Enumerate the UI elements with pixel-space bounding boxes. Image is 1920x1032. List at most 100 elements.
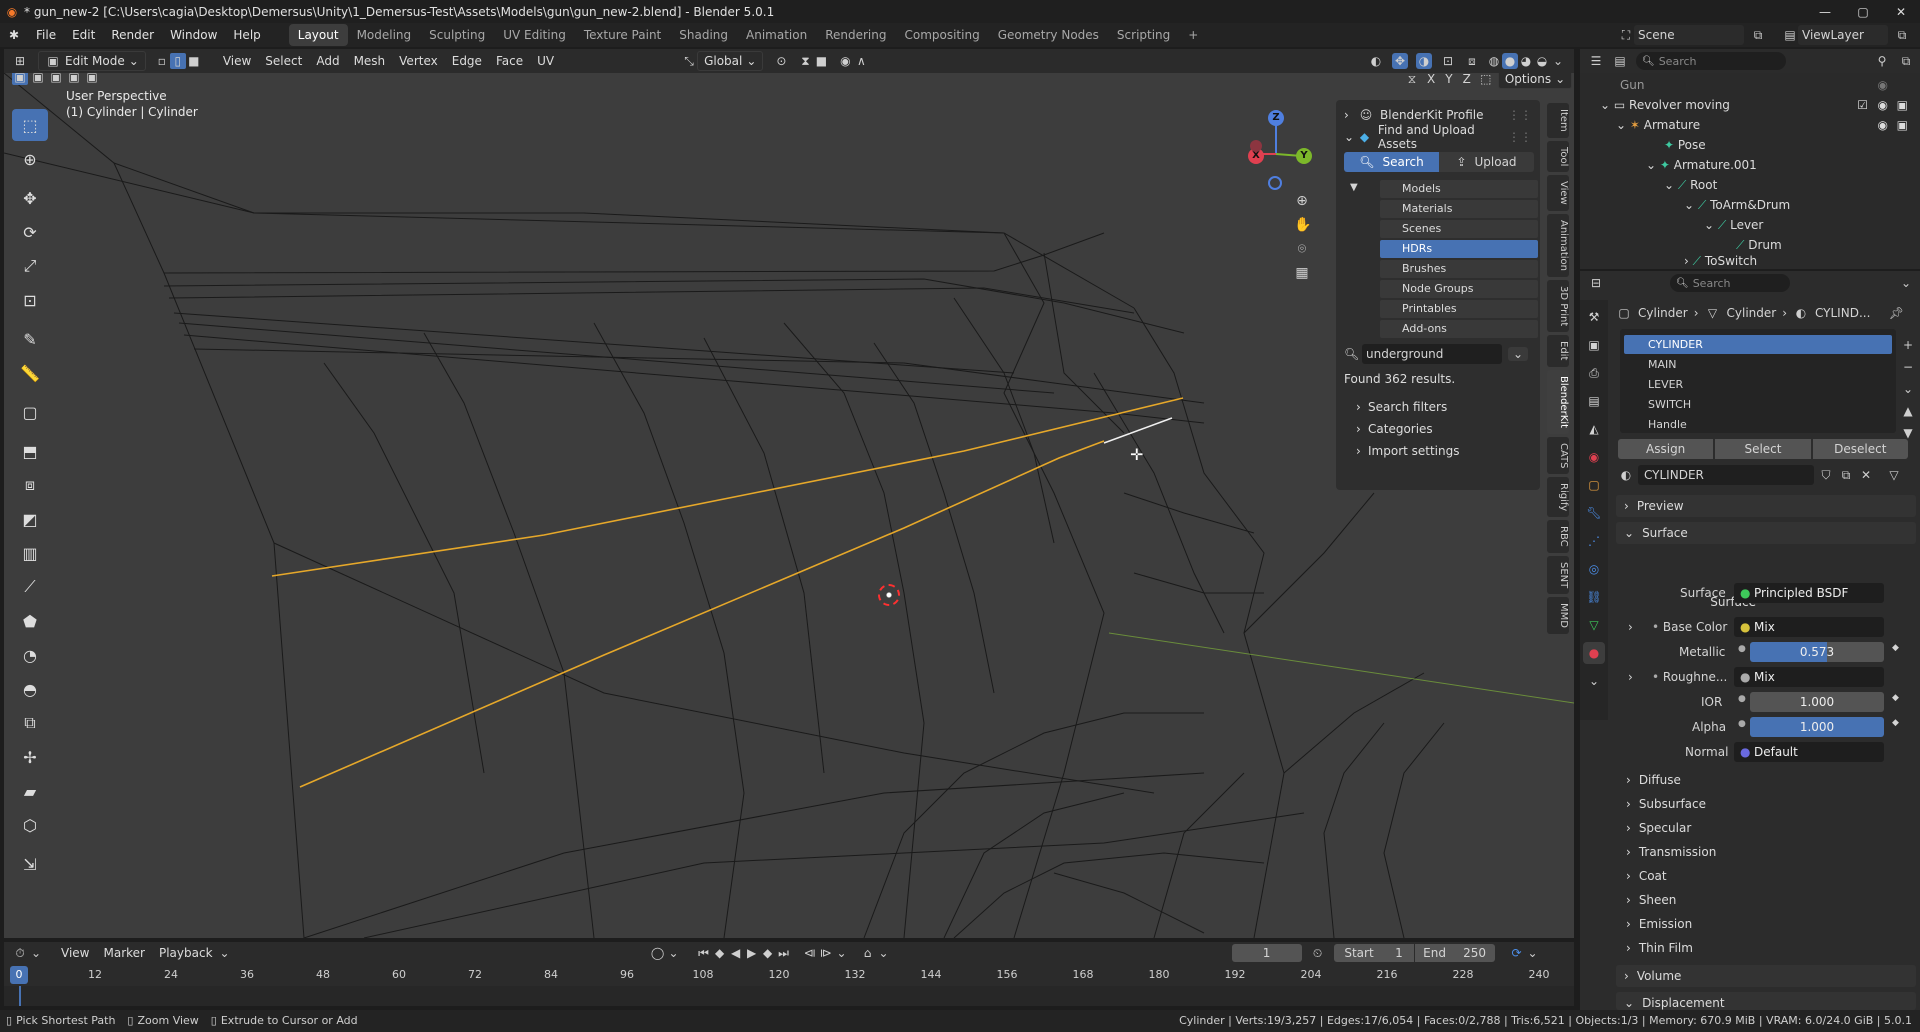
tab-view[interactable]: View <box>1547 175 1569 211</box>
add-workspace-button[interactable]: + <box>1179 24 1207 46</box>
material-props-icon[interactable]: ● <box>1583 642 1605 664</box>
surface-section[interactable]: ⌄ Surface <box>1616 522 1916 544</box>
shrink-fatten-tool-icon[interactable]: ✢ <box>12 741 48 773</box>
metallic-slider[interactable]: 0.573 <box>1750 642 1884 662</box>
outliner-row-revolver-moving[interactable]: ⌄ ▭ Revolver moving ☑ ◉ ▣ <box>1580 95 1920 115</box>
view-layer-props-icon[interactable]: ▤ <box>1583 390 1605 412</box>
filter-icon[interactable]: ⚲ <box>1874 53 1890 69</box>
outliner-search[interactable]: 🔍︎ Search <box>1636 52 1786 70</box>
blender-menu-icon[interactable]: ✱ <box>6 27 22 43</box>
outliner-row-gun[interactable]: Gun ◉ <box>1580 75 1920 95</box>
eye-icon[interactable]: ◉ <box>1878 95 1888 115</box>
deselect-button[interactable]: Deselect <box>1812 439 1908 459</box>
axis-x-button[interactable]: X <box>1424 73 1438 86</box>
next-keyframe-icon[interactable]: ◆ <box>760 945 776 961</box>
loop-cut-tool-icon[interactable]: ▥ <box>12 537 48 569</box>
navigation-gizmo[interactable]: Z Y X <box>1240 110 1320 190</box>
search-dropdown-icon[interactable]: ⌄ <box>1508 347 1528 361</box>
prev-marker-icon[interactable]: ⧏ <box>802 945 818 961</box>
inset-tool-icon[interactable]: ⧈ <box>12 469 48 501</box>
menu-select[interactable]: Select <box>258 49 309 73</box>
alpha-slider[interactable]: 1.000 <box>1750 717 1884 737</box>
find-upload-header[interactable]: ⌄ ◆ Find and Upload Assets ⋮⋮ <box>1336 123 1540 151</box>
tab-animation[interactable]: Animation <box>737 24 816 46</box>
tab-blenderkit[interactable]: BlenderKit <box>1547 369 1569 434</box>
current-frame-field[interactable]: 1 <box>1231 944 1302 962</box>
material-slot-handle[interactable]: Handle <box>1624 415 1892 434</box>
new-viewlayer-icon[interactable]: ⧉ <box>1894 27 1910 43</box>
edge-select-icon[interactable]: ▯ <box>169 53 186 69</box>
category-brushes[interactable]: Brushes <box>1380 260 1538 278</box>
select-box-tool-icon[interactable]: ⬚ <box>12 109 48 141</box>
link-type-icon[interactable]: ▽ <box>1886 467 1902 483</box>
mode-dropdown[interactable]: ▣ Edit Mode ⌄ <box>38 51 146 71</box>
gizmo-y-axis[interactable]: Y <box>1296 148 1312 164</box>
drag-handle-icon[interactable]: ⋮⋮ <box>1508 108 1532 122</box>
xray-toggle-icon[interactable]: ⧈ <box>1464 53 1480 69</box>
tab-modeling[interactable]: Modeling <box>348 24 421 46</box>
upload-mode-button[interactable]: ⇪ Upload <box>1439 152 1534 172</box>
category-hdrs[interactable]: HDRs <box>1380 240 1538 258</box>
clock-icon[interactable]: ⏲ <box>1310 945 1326 961</box>
menu-edit[interactable]: Edit <box>64 23 103 47</box>
rip-tool-icon[interactable]: ⬡ <box>12 809 48 841</box>
select-new-icon[interactable]: ▣ <box>12 73 28 85</box>
category-materials[interactable]: Materials <box>1380 200 1538 218</box>
asset-search-input[interactable]: underground <box>1362 344 1502 364</box>
keyframe-dot-icon[interactable]: ◆ <box>1892 643 1899 653</box>
eye-icon[interactable]: ◉ <box>1878 75 1888 95</box>
transmission-section[interactable]: › Transmission <box>1626 841 1920 863</box>
menu-help[interactable]: Help <box>225 23 268 47</box>
chevron-right-icon[interactable]: › <box>1628 620 1633 634</box>
auto-merge-icon[interactable]: ⬚ <box>1478 73 1494 87</box>
menu-face[interactable]: Face <box>489 49 530 73</box>
search-filters-section[interactable]: › Search filters <box>1336 396 1540 418</box>
face-select-icon[interactable]: ■ <box>186 53 202 69</box>
preview-section[interactable]: › Preview <box>1616 495 1916 517</box>
emission-section[interactable]: › Emission <box>1626 913 1920 935</box>
import-settings-section[interactable]: › Import settings <box>1336 440 1540 462</box>
base-color-field[interactable]: ● Mix <box>1734 617 1884 637</box>
displacement-section[interactable]: ⌄ Displacement <box>1616 992 1916 1010</box>
camera-icon[interactable]: ▣ <box>1897 115 1908 135</box>
axis-y-button[interactable]: Y <box>1442 73 1455 86</box>
transform-tool-icon[interactable]: ⊡ <box>12 284 48 316</box>
category-node-groups[interactable]: Node Groups <box>1380 280 1538 298</box>
sync-icon[interactable]: ⟳ <box>1509 945 1525 961</box>
material-shading-icon[interactable]: ◕ <box>1518 53 1534 69</box>
thin-film-section[interactable]: › Thin Film <box>1626 937 1920 959</box>
tab-animation[interactable]: Animation <box>1547 213 1569 277</box>
menu-add[interactable]: Add <box>309 49 346 73</box>
tab-rendering[interactable]: Rendering <box>816 24 895 46</box>
select-intersect-icon[interactable]: ▣ <box>84 73 100 85</box>
more-tools-icon[interactable]: ⇲ <box>12 848 48 880</box>
tab-item[interactable]: Item <box>1547 103 1569 138</box>
coat-section[interactable]: › Coat <box>1626 865 1920 887</box>
tab-edit[interactable]: Edit <box>1547 335 1569 367</box>
gizmo-z-axis[interactable]: Z <box>1268 110 1284 126</box>
ior-field[interactable]: 1.000 <box>1750 692 1884 712</box>
outliner-row-armature[interactable]: ⌄ ✶ Armature ◉ ▣ <box>1580 115 1920 135</box>
normal-field[interactable]: ● Default <box>1734 742 1884 762</box>
slot-specials-icon[interactable]: ⌄ <box>1900 381 1916 397</box>
category-models[interactable]: Models <box>1380 180 1538 198</box>
axis-z-button[interactable]: Z <box>1460 73 1474 86</box>
data-props-icon[interactable]: ▽ <box>1583 614 1605 636</box>
vertex-select-icon[interactable]: ▫ <box>154 53 170 69</box>
checkbox-icon[interactable]: ☑ <box>1857 95 1868 115</box>
search-mode-button[interactable]: 🔍︎ Search <box>1344 152 1439 172</box>
jump-end-icon[interactable]: ⏭ <box>776 945 792 961</box>
constraints-props-icon[interactable]: ⛓︎ <box>1583 586 1605 608</box>
output-props-icon[interactable]: ⎙ <box>1583 362 1605 384</box>
minimize-button[interactable]: — <box>1806 5 1844 19</box>
poly-build-tool-icon[interactable]: ⬟ <box>12 605 48 637</box>
display-mode-icon[interactable]: ▤ <box>1612 53 1628 69</box>
gizmo-neg-x-axis[interactable] <box>1250 140 1262 152</box>
start-frame-field[interactable]: Start 1 <box>1333 944 1414 962</box>
tab-sculpting[interactable]: Sculpting <box>420 24 494 46</box>
object-props-icon[interactable]: ▢ <box>1583 474 1605 496</box>
editor-type-icon[interactable]: ⏱ <box>12 945 28 961</box>
remove-slot-icon[interactable]: − <box>1900 359 1916 375</box>
scene-props-icon[interactable]: ◭ <box>1583 418 1605 440</box>
add-slot-icon[interactable]: + <box>1900 337 1916 353</box>
